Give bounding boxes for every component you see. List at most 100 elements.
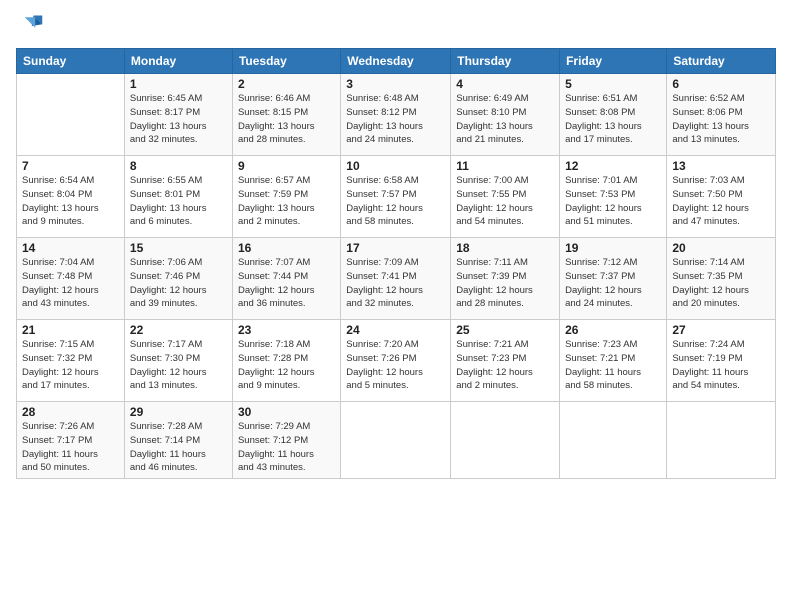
calendar-cell: 18Sunrise: 7:11 AMSunset: 7:39 PMDayligh… xyxy=(451,238,560,320)
weekday-tuesday: Tuesday xyxy=(232,49,340,74)
calendar-cell xyxy=(451,402,560,479)
calendar-cell: 27Sunrise: 7:24 AMSunset: 7:19 PMDayligh… xyxy=(667,320,776,402)
day-info: Sunrise: 6:46 AMSunset: 8:15 PMDaylight:… xyxy=(238,92,335,147)
day-info: Sunrise: 7:11 AMSunset: 7:39 PMDaylight:… xyxy=(456,256,554,311)
calendar-cell: 12Sunrise: 7:01 AMSunset: 7:53 PMDayligh… xyxy=(560,156,667,238)
day-number: 30 xyxy=(238,405,335,419)
day-info: Sunrise: 7:04 AMSunset: 7:48 PMDaylight:… xyxy=(22,256,119,311)
header xyxy=(16,12,776,40)
day-number: 16 xyxy=(238,241,335,255)
calendar-cell: 9Sunrise: 6:57 AMSunset: 7:59 PMDaylight… xyxy=(232,156,340,238)
calendar-cell: 4Sunrise: 6:49 AMSunset: 8:10 PMDaylight… xyxy=(451,74,560,156)
calendar-cell: 14Sunrise: 7:04 AMSunset: 7:48 PMDayligh… xyxy=(17,238,125,320)
calendar-cell: 7Sunrise: 6:54 AMSunset: 8:04 PMDaylight… xyxy=(17,156,125,238)
day-info: Sunrise: 7:00 AMSunset: 7:55 PMDaylight:… xyxy=(456,174,554,229)
calendar-cell: 5Sunrise: 6:51 AMSunset: 8:08 PMDaylight… xyxy=(560,74,667,156)
day-info: Sunrise: 7:01 AMSunset: 7:53 PMDaylight:… xyxy=(565,174,661,229)
weekday-header-row: SundayMondayTuesdayWednesdayThursdayFrid… xyxy=(17,49,776,74)
calendar-cell: 29Sunrise: 7:28 AMSunset: 7:14 PMDayligh… xyxy=(124,402,232,479)
day-number: 17 xyxy=(346,241,445,255)
calendar-cell: 13Sunrise: 7:03 AMSunset: 7:50 PMDayligh… xyxy=(667,156,776,238)
day-number: 6 xyxy=(672,77,770,91)
day-number: 1 xyxy=(130,77,227,91)
day-number: 23 xyxy=(238,323,335,337)
calendar-table: SundayMondayTuesdayWednesdayThursdayFrid… xyxy=(16,48,776,479)
day-info: Sunrise: 7:09 AMSunset: 7:41 PMDaylight:… xyxy=(346,256,445,311)
calendar-cell xyxy=(560,402,667,479)
day-info: Sunrise: 7:07 AMSunset: 7:44 PMDaylight:… xyxy=(238,256,335,311)
day-number: 28 xyxy=(22,405,119,419)
day-number: 19 xyxy=(565,241,661,255)
day-info: Sunrise: 7:28 AMSunset: 7:14 PMDaylight:… xyxy=(130,420,227,475)
day-number: 27 xyxy=(672,323,770,337)
calendar-cell: 25Sunrise: 7:21 AMSunset: 7:23 PMDayligh… xyxy=(451,320,560,402)
day-info: Sunrise: 7:21 AMSunset: 7:23 PMDaylight:… xyxy=(456,338,554,393)
calendar-cell xyxy=(667,402,776,479)
day-info: Sunrise: 7:15 AMSunset: 7:32 PMDaylight:… xyxy=(22,338,119,393)
calendar-cell: 28Sunrise: 7:26 AMSunset: 7:17 PMDayligh… xyxy=(17,402,125,479)
day-number: 4 xyxy=(456,77,554,91)
day-number: 10 xyxy=(346,159,445,173)
day-info: Sunrise: 6:58 AMSunset: 7:57 PMDaylight:… xyxy=(346,174,445,229)
day-number: 14 xyxy=(22,241,119,255)
day-info: Sunrise: 6:57 AMSunset: 7:59 PMDaylight:… xyxy=(238,174,335,229)
day-info: Sunrise: 7:26 AMSunset: 7:17 PMDaylight:… xyxy=(22,420,119,475)
day-info: Sunrise: 7:14 AMSunset: 7:35 PMDaylight:… xyxy=(672,256,770,311)
day-number: 20 xyxy=(672,241,770,255)
day-number: 12 xyxy=(565,159,661,173)
calendar-cell: 10Sunrise: 6:58 AMSunset: 7:57 PMDayligh… xyxy=(341,156,451,238)
day-info: Sunrise: 6:49 AMSunset: 8:10 PMDaylight:… xyxy=(456,92,554,147)
day-number: 2 xyxy=(238,77,335,91)
day-info: Sunrise: 6:54 AMSunset: 8:04 PMDaylight:… xyxy=(22,174,119,229)
day-info: Sunrise: 7:29 AMSunset: 7:12 PMDaylight:… xyxy=(238,420,335,475)
day-info: Sunrise: 6:52 AMSunset: 8:06 PMDaylight:… xyxy=(672,92,770,147)
calendar-cell: 20Sunrise: 7:14 AMSunset: 7:35 PMDayligh… xyxy=(667,238,776,320)
calendar-cell: 19Sunrise: 7:12 AMSunset: 7:37 PMDayligh… xyxy=(560,238,667,320)
calendar-cell xyxy=(341,402,451,479)
calendar-cell: 30Sunrise: 7:29 AMSunset: 7:12 PMDayligh… xyxy=(232,402,340,479)
calendar-cell: 17Sunrise: 7:09 AMSunset: 7:41 PMDayligh… xyxy=(341,238,451,320)
day-info: Sunrise: 7:18 AMSunset: 7:28 PMDaylight:… xyxy=(238,338,335,393)
day-number: 8 xyxy=(130,159,227,173)
day-number: 5 xyxy=(565,77,661,91)
day-number: 18 xyxy=(456,241,554,255)
day-number: 13 xyxy=(672,159,770,173)
calendar-cell: 26Sunrise: 7:23 AMSunset: 7:21 PMDayligh… xyxy=(560,320,667,402)
calendar-cell: 24Sunrise: 7:20 AMSunset: 7:26 PMDayligh… xyxy=(341,320,451,402)
day-number: 9 xyxy=(238,159,335,173)
day-info: Sunrise: 7:12 AMSunset: 7:37 PMDaylight:… xyxy=(565,256,661,311)
calendar-cell: 16Sunrise: 7:07 AMSunset: 7:44 PMDayligh… xyxy=(232,238,340,320)
weekday-monday: Monday xyxy=(124,49,232,74)
day-number: 11 xyxy=(456,159,554,173)
logo-icon xyxy=(16,12,44,40)
day-info: Sunrise: 7:06 AMSunset: 7:46 PMDaylight:… xyxy=(130,256,227,311)
calendar-cell: 21Sunrise: 7:15 AMSunset: 7:32 PMDayligh… xyxy=(17,320,125,402)
day-info: Sunrise: 7:20 AMSunset: 7:26 PMDaylight:… xyxy=(346,338,445,393)
day-number: 21 xyxy=(22,323,119,337)
calendar-cell: 2Sunrise: 6:46 AMSunset: 8:15 PMDaylight… xyxy=(232,74,340,156)
calendar-cell: 1Sunrise: 6:45 AMSunset: 8:17 PMDaylight… xyxy=(124,74,232,156)
page: SundayMondayTuesdayWednesdayThursdayFrid… xyxy=(0,0,792,612)
day-info: Sunrise: 7:23 AMSunset: 7:21 PMDaylight:… xyxy=(565,338,661,393)
day-info: Sunrise: 7:03 AMSunset: 7:50 PMDaylight:… xyxy=(672,174,770,229)
weekday-wednesday: Wednesday xyxy=(341,49,451,74)
day-number: 22 xyxy=(130,323,227,337)
day-number: 7 xyxy=(22,159,119,173)
day-info: Sunrise: 6:45 AMSunset: 8:17 PMDaylight:… xyxy=(130,92,227,147)
day-number: 15 xyxy=(130,241,227,255)
calendar-cell: 6Sunrise: 6:52 AMSunset: 8:06 PMDaylight… xyxy=(667,74,776,156)
day-number: 24 xyxy=(346,323,445,337)
calendar-cell: 8Sunrise: 6:55 AMSunset: 8:01 PMDaylight… xyxy=(124,156,232,238)
weekday-saturday: Saturday xyxy=(667,49,776,74)
day-info: Sunrise: 7:24 AMSunset: 7:19 PMDaylight:… xyxy=(672,338,770,393)
calendar-cell: 22Sunrise: 7:17 AMSunset: 7:30 PMDayligh… xyxy=(124,320,232,402)
weekday-thursday: Thursday xyxy=(451,49,560,74)
calendar-cell: 3Sunrise: 6:48 AMSunset: 8:12 PMDaylight… xyxy=(341,74,451,156)
day-info: Sunrise: 6:55 AMSunset: 8:01 PMDaylight:… xyxy=(130,174,227,229)
calendar-cell: 23Sunrise: 7:18 AMSunset: 7:28 PMDayligh… xyxy=(232,320,340,402)
day-info: Sunrise: 6:48 AMSunset: 8:12 PMDaylight:… xyxy=(346,92,445,147)
calendar-cell xyxy=(17,74,125,156)
day-number: 25 xyxy=(456,323,554,337)
day-number: 26 xyxy=(565,323,661,337)
calendar-cell: 11Sunrise: 7:00 AMSunset: 7:55 PMDayligh… xyxy=(451,156,560,238)
